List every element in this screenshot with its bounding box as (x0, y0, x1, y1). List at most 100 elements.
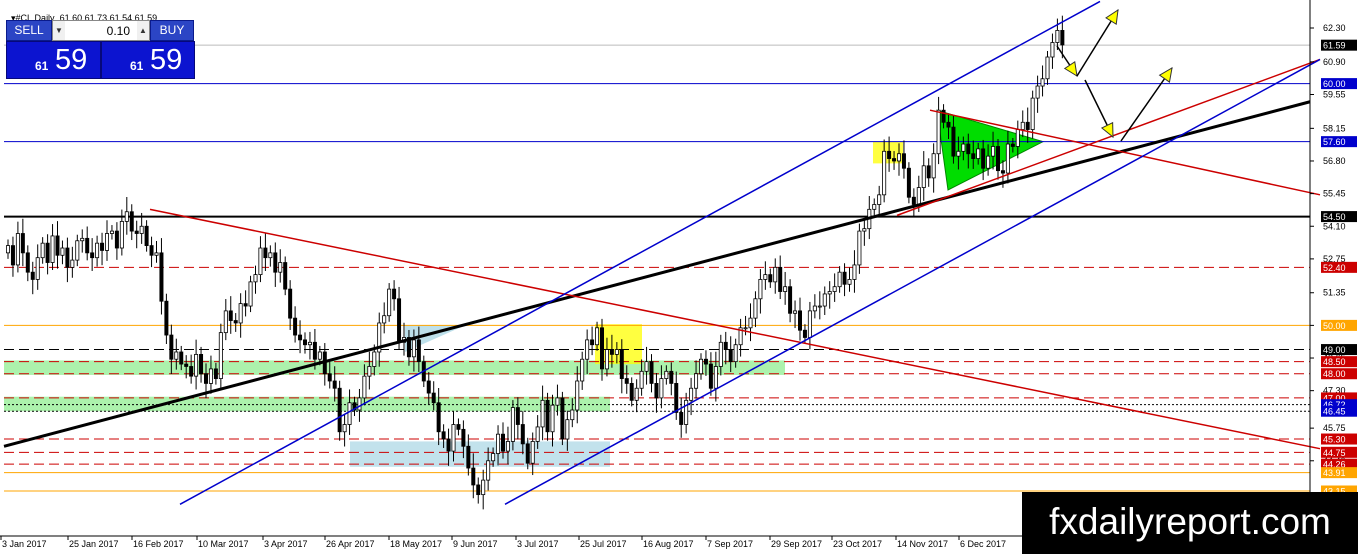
candle-body (614, 349, 619, 355)
price-marker-label: 48.00 (1323, 369, 1346, 379)
candle-body (456, 424, 461, 430)
candle (50, 224, 55, 271)
candle-body (773, 266, 778, 283)
candle (85, 226, 90, 261)
candle-body (164, 300, 169, 336)
candle-body (802, 329, 807, 338)
candle-body (783, 286, 788, 292)
candle (847, 267, 852, 292)
candle (10, 236, 15, 277)
candle-body (649, 361, 654, 384)
candle-body (644, 361, 649, 372)
candle-body (6, 245, 11, 254)
candle (105, 220, 110, 261)
buy-price-box[interactable]: 61 59 (101, 41, 195, 79)
sell-price-box[interactable]: 61 59 (6, 41, 101, 79)
candle (822, 286, 827, 315)
candle (268, 245, 273, 267)
candle (723, 331, 728, 365)
candle-body (743, 327, 748, 330)
price-marker: 45.30 (1321, 433, 1357, 445)
candle-body (595, 327, 600, 346)
candle-body (956, 150, 961, 157)
candle (382, 302, 387, 334)
lot-size-input[interactable] (67, 21, 133, 40)
candle-body (189, 366, 194, 377)
candle-body (461, 428, 466, 447)
y-tick-label: 45.75 (1323, 423, 1346, 433)
candle-body (441, 431, 446, 440)
x-tick-label: 3 Jul 2017 (517, 539, 559, 549)
candle-body (921, 165, 926, 188)
candle-body (624, 378, 629, 384)
candle-body (347, 402, 352, 425)
candle-body (203, 373, 208, 384)
candle-body (491, 453, 496, 462)
candle (392, 280, 397, 311)
candle-body (258, 247, 263, 276)
price-marker: 46.45 (1321, 405, 1357, 417)
buy-button[interactable]: BUY (150, 20, 194, 41)
candle-body (708, 363, 713, 389)
candle (189, 354, 194, 384)
x-tick-label: 6 Dec 2017 (960, 539, 1006, 549)
candle-body (723, 341, 728, 350)
watermark: fxdailyreport.com (1022, 492, 1358, 554)
candle-body (25, 252, 30, 273)
candle-body (179, 351, 184, 365)
candle-body (520, 424, 525, 445)
candle-body (500, 433, 505, 452)
lot-decrease-icon[interactable]: ▼ (53, 21, 65, 40)
price-marker-label: 57.60 (1323, 137, 1346, 147)
candle-body (827, 291, 832, 295)
candle-body (70, 259, 75, 268)
candle-body (317, 351, 322, 360)
price-marker: 54.50 (1321, 211, 1357, 223)
candle-body (961, 143, 966, 152)
candle (817, 291, 822, 320)
candle-body (976, 148, 981, 159)
candle-body (283, 262, 288, 290)
projection-arrows (1056, 8, 1173, 142)
candle (60, 240, 65, 265)
candle-body (580, 358, 585, 382)
candle-body (1005, 143, 1010, 174)
lot-increase-icon[interactable]: ▲ (137, 21, 149, 40)
candle-body (887, 150, 892, 159)
candle-body (852, 264, 857, 280)
candle (862, 218, 867, 246)
candle (906, 162, 911, 204)
candle-body (728, 349, 733, 363)
candle-body (100, 242, 105, 251)
candle-body (669, 370, 674, 384)
candle (911, 188, 916, 217)
candle-body (213, 368, 218, 379)
x-tick-label: 10 Mar 2017 (198, 539, 249, 549)
axes: 62.3060.9059.5558.1556.8055.4554.1052.75… (0, 0, 1346, 549)
candle (629, 377, 634, 407)
candle-body (555, 397, 560, 406)
x-tick-label: 16 Aug 2017 (643, 539, 694, 549)
candle-body (476, 484, 481, 496)
candle-body (1045, 56, 1050, 80)
candle-body (585, 339, 590, 360)
candle-body (951, 126, 956, 157)
candle-body (387, 288, 392, 317)
candle-body (471, 467, 476, 486)
candle-body (144, 225, 149, 246)
candle-body (337, 387, 342, 433)
candle-body (65, 247, 70, 268)
candle (758, 269, 763, 314)
candle-body (451, 424, 456, 452)
candle-body (278, 262, 283, 273)
candle-body (832, 286, 837, 292)
candle (634, 379, 639, 413)
candle (65, 237, 70, 283)
candle (798, 297, 803, 341)
sell-button[interactable]: SELL (6, 20, 52, 41)
trendline (149, 208, 1321, 450)
candle (293, 306, 298, 343)
candle-body (679, 412, 684, 425)
candle-body (332, 380, 337, 389)
candle-body (194, 353, 199, 377)
